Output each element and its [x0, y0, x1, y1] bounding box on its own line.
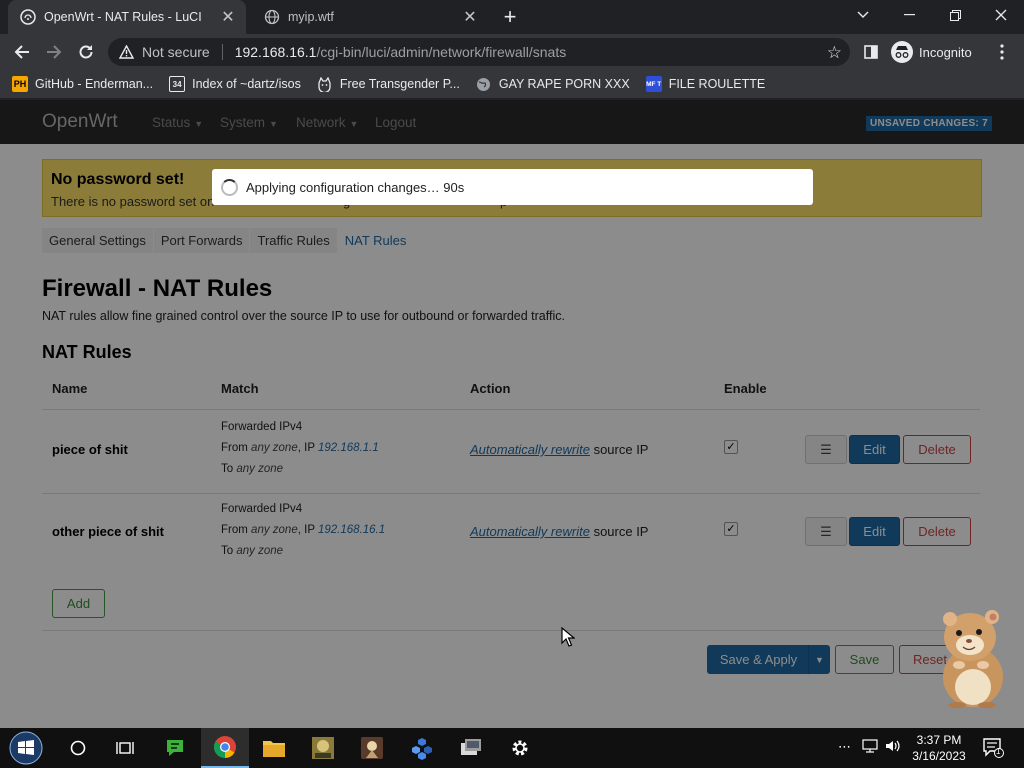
bookmark-label: GAY RAPE PORN XXX [498, 77, 630, 91]
globe-icon [264, 9, 280, 25]
blue-cubes-app-icon[interactable] [398, 728, 446, 768]
show-hidden-icons[interactable]: ⋯ [838, 739, 851, 755]
chat-app-icon[interactable] [151, 728, 199, 768]
forward-arrow-icon[interactable] [41, 39, 67, 65]
globe-icon [476, 76, 492, 92]
restore-button[interactable] [932, 0, 978, 30]
applying-changes-modal: Applying configuration changes… 90s [212, 169, 813, 205]
reload-icon[interactable] [73, 39, 99, 65]
system-clock[interactable]: 3:37 PM 3/16/2023 [905, 732, 973, 764]
virtual-machine-icon[interactable] [447, 728, 495, 768]
new-tab-button[interactable]: + [498, 4, 522, 29]
address-bar[interactable]: Not secure 192.168.16.1/cgi-bin/luci/adm… [108, 38, 850, 66]
cat-icon [317, 76, 333, 92]
bookmark-label: FILE ROULETTE [668, 77, 766, 91]
settings-gear-icon[interactable] [496, 728, 544, 768]
url-path: /cgi-bin/luci/admin/network/firewall/sna… [316, 44, 567, 60]
close-window-button[interactable] [978, 0, 1024, 30]
clock-date: 3/16/2023 [912, 749, 966, 763]
minimize-button[interactable] [886, 0, 932, 30]
bookmark-label: Index of ~dartz/isos [192, 77, 301, 91]
url-host: 192.168.16.1 [234, 44, 317, 60]
mouse-cursor-icon [561, 627, 575, 647]
back-arrow-icon[interactable] [9, 39, 35, 65]
tab-search-chevron-icon[interactable] [840, 0, 886, 30]
file-explorer-icon[interactable] [250, 728, 298, 768]
side-panel-icon[interactable] [858, 39, 884, 65]
search-circle-icon[interactable] [54, 728, 102, 768]
action-center-icon[interactable]: 1 [983, 738, 1005, 761]
kebab-menu-icon[interactable] [989, 39, 1015, 65]
page-viewport: OpenWrt Status ▼ System ▼ Network ▼ Logout … [0, 100, 1024, 728]
bookmark-isos[interactable]: 34 Index of ~dartz/isos [169, 76, 301, 92]
bookmark-file-roulette[interactable]: MF T FILE ROULETTE [645, 76, 766, 92]
tab-title: OpenWrt - NAT Rules - LuCI [44, 10, 202, 24]
media-app-icon[interactable] [348, 728, 396, 768]
modal-text: Applying configuration changes… 90s [246, 179, 465, 195]
network-icon[interactable] [862, 739, 878, 756]
bookmarks-bar: PH GitHub - Enderman... 34 Index of ~dar… [0, 70, 1024, 99]
warning-triangle-icon[interactable] [118, 44, 134, 60]
clock-time: 3:37 PM [916, 733, 962, 747]
security-label[interactable]: Not secure [142, 44, 210, 60]
bookmark-star-icon[interactable]: ☆ [827, 43, 842, 63]
start-button[interactable] [2, 728, 50, 768]
bookmark-free[interactable]: Free Transgender P... [317, 76, 460, 92]
hamster-mascot [943, 610, 1003, 708]
task-view-icon[interactable] [101, 728, 149, 768]
divider [221, 44, 223, 60]
tab-strip: OpenWrt - NAT Rules - LuCI ✕ myip.wtf ✕ … [0, 0, 1024, 34]
notification-count: 1 [996, 747, 1001, 756]
chrome-taskbar-icon[interactable] [201, 728, 249, 768]
incognito-icon [891, 41, 913, 63]
browser-toolbar: Not secure 192.168.16.1/cgi-bin/luci/adm… [0, 34, 1024, 70]
bookmark-label: GitHub - Enderman... [35, 77, 154, 91]
tab-openwrt[interactable]: OpenWrt - NAT Rules - LuCI ✕ [8, 0, 246, 34]
incognito-label: Incognito [919, 44, 972, 60]
openwrt-favicon-icon [20, 9, 36, 25]
mft-icon: MF T [645, 76, 662, 92]
close-tab-icon[interactable]: ✕ [460, 7, 480, 27]
tab-myip[interactable]: myip.wtf ✕ [252, 0, 488, 34]
bookmark-github[interactable]: PH GitHub - Enderman... [12, 76, 153, 92]
game-app-icon[interactable] [299, 728, 347, 768]
close-tab-icon[interactable]: ✕ [218, 7, 238, 27]
volume-icon[interactable] [885, 739, 901, 756]
index-icon: 34 [169, 76, 186, 92]
incognito-profile[interactable]: Incognito [891, 41, 972, 63]
windows-taskbar: ⋯ 3:37 PM 3/16/2023 1 [0, 728, 1024, 768]
spinner-icon [221, 178, 238, 196]
tab-title: myip.wtf [288, 10, 334, 24]
bookmark-label: Free Transgender P... [339, 77, 460, 91]
pornhub-icon: PH [12, 76, 28, 92]
bookmark-globe[interactable]: GAY RAPE PORN XXX [476, 76, 630, 92]
